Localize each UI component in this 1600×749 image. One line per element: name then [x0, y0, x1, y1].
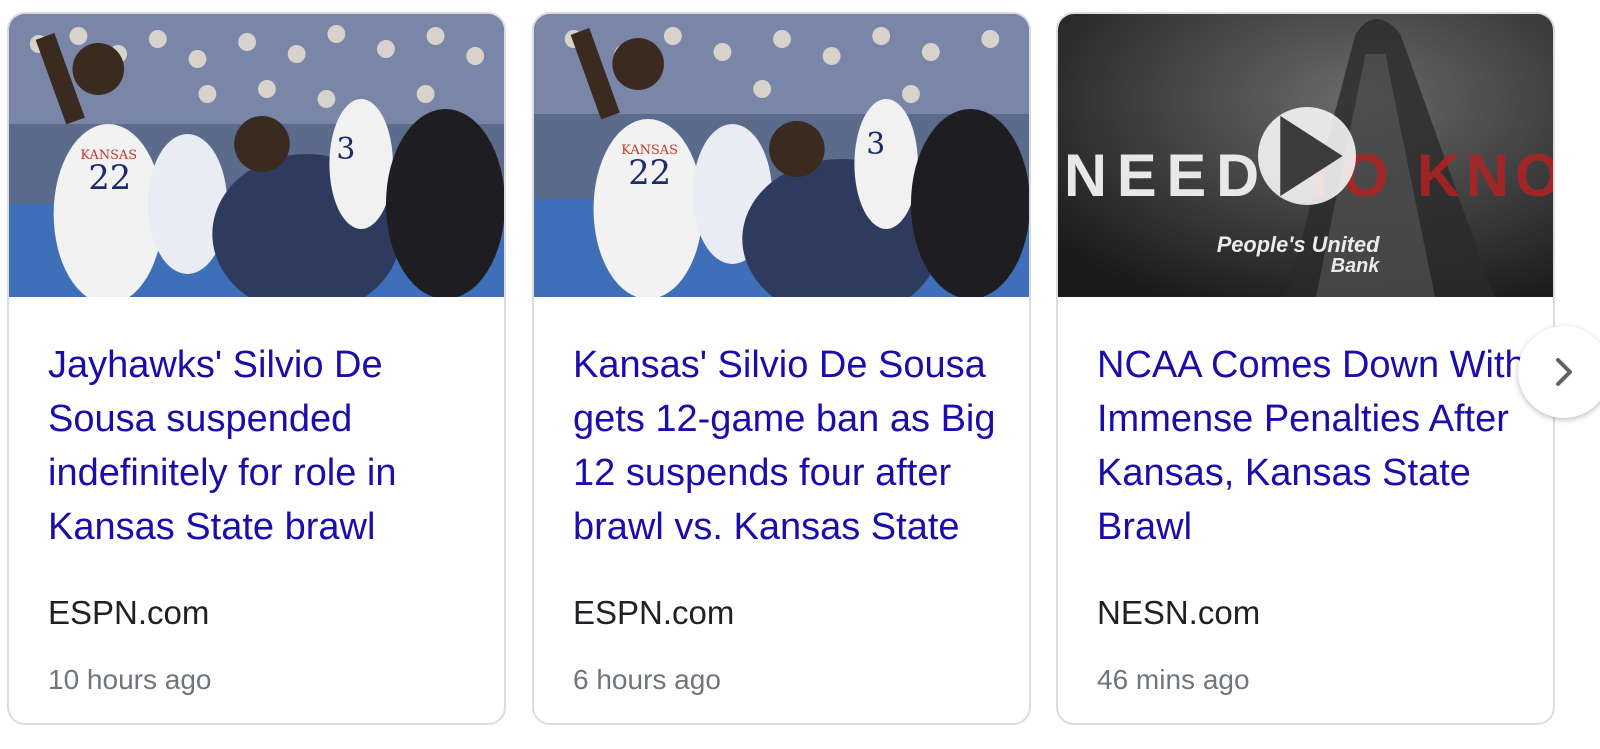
- chevron-right-icon: [1556, 358, 1572, 386]
- svg-text:3: 3: [866, 127, 885, 162]
- news-card[interactable]: 22 3 KANSAS Jayhawks' Silvio De Sousa su…: [7, 12, 506, 725]
- brawl-photo: 22 3 KANSAS: [534, 14, 1029, 297]
- carousel-next-button[interactable]: [1518, 326, 1600, 418]
- svg-text:3: 3: [336, 132, 355, 167]
- svg-text:NEED: NEED: [1064, 142, 1269, 209]
- news-timestamp: 6 hours ago: [573, 664, 721, 695]
- news-timestamp: 10 hours ago: [48, 664, 212, 695]
- news-headline-link[interactable]: NCAA Comes Down With Immense Penalties A…: [1097, 338, 1527, 554]
- svg-text:22: 22: [88, 158, 131, 197]
- play-icon: [1280, 115, 1343, 197]
- video-thumbnail[interactable]: NEED TO KNOW People's United Bank: [1058, 14, 1553, 297]
- svg-text:Bank: Bank: [1331, 255, 1380, 277]
- news-headline-link[interactable]: Jayhawks' Silvio De Sousa suspended inde…: [48, 338, 478, 554]
- svg-text:22: 22: [628, 153, 671, 192]
- news-source: ESPN.com: [573, 594, 735, 631]
- play-button[interactable]: [1258, 107, 1356, 205]
- news-source: ESPN.com: [48, 594, 210, 631]
- svg-text:People's United: People's United: [1217, 232, 1380, 257]
- news-headline-link[interactable]: Kansas' Silvio De Sousa gets 12-game ban…: [573, 338, 1003, 554]
- news-card[interactable]: 22 3 KANSAS Kansas' Silvio De Sousa gets…: [532, 12, 1031, 725]
- svg-text:KANSAS: KANSAS: [621, 143, 678, 158]
- news-thumbnail[interactable]: 22 3 KANSAS: [534, 14, 1029, 297]
- svg-text:KANSAS: KANSAS: [80, 148, 137, 163]
- news-source: NESN.com: [1097, 594, 1261, 631]
- brawl-photo: 22 3 KANSAS: [9, 14, 504, 297]
- news-thumbnail[interactable]: 22 3 KANSAS: [9, 14, 504, 297]
- news-timestamp: 46 mins ago: [1097, 664, 1250, 695]
- news-card[interactable]: NEED TO KNOW People's United Bank NCAA C…: [1056, 12, 1555, 725]
